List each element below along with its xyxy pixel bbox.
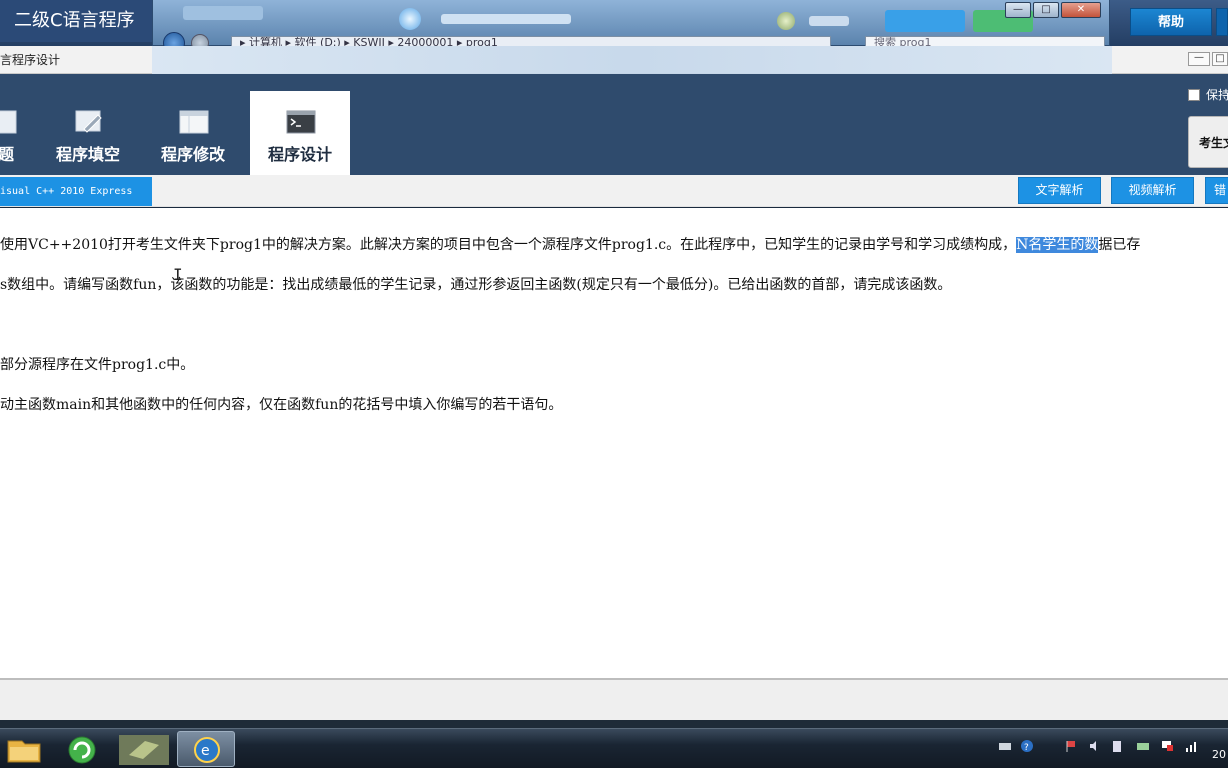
network-icon[interactable]	[1136, 739, 1150, 753]
taskbar-app-button[interactable]	[115, 731, 173, 767]
tab-modify-label: 程序修改	[160, 145, 225, 164]
overlay-globe-icon	[399, 8, 421, 30]
toolbar-strip: isual C++ 2010 Express 文字解析 视频解析 错	[0, 175, 1228, 207]
svg-text:?: ?	[1024, 743, 1029, 753]
folder-icon	[7, 740, 41, 763]
taskbar-ie-button[interactable]: e	[177, 731, 235, 767]
keyboard-icon[interactable]	[998, 739, 1012, 753]
action-center-icon[interactable]	[1160, 739, 1174, 753]
exam-folder-button[interactable]: 考生文	[1188, 116, 1228, 168]
system-clock: 20	[1212, 748, 1226, 761]
question-paragraph-3: 部分源程序在文件prog1.c中。	[0, 357, 195, 373]
ie-icon: e	[194, 737, 220, 763]
svg-text:e: e	[201, 743, 210, 759]
terminal-icon	[286, 110, 316, 134]
window-icon	[179, 110, 209, 134]
caption-overlay-blur	[152, 46, 1112, 74]
search-input[interactable]: 搜索 prog1	[865, 36, 1105, 46]
tab-fill-blank-label: 程序填空	[55, 145, 120, 164]
taskbar-explorer-button[interactable]	[0, 731, 58, 767]
tab-modify[interactable]: 程序修改	[143, 91, 243, 175]
edit-icon	[75, 110, 102, 133]
question-content: 使用VC++2010打开考生文件夹下prog1中的解决方案。此解决方案的项目中包…	[0, 208, 1228, 678]
volume-icon[interactable]	[1088, 739, 1102, 753]
tab-design[interactable]: 程序设计	[250, 91, 350, 175]
content-footer	[0, 678, 1228, 720]
overlay-blur-btn-1	[885, 10, 965, 32]
back-arrow-icon[interactable]	[163, 32, 185, 46]
overlay-blur-3	[809, 16, 849, 26]
text-analysis-button[interactable]: 文字解析	[1018, 177, 1101, 204]
text-cursor-icon: I	[173, 265, 183, 284]
signal-icon[interactable]	[1184, 739, 1198, 753]
windows-taskbar: e ?	[0, 728, 1228, 768]
app-title: 二级C语言程序	[0, 0, 152, 42]
selected-text: N名学生的数	[1016, 237, 1099, 253]
overlay-blur-2	[441, 14, 571, 24]
para1-tail: 据已存	[1098, 237, 1141, 253]
address-bar[interactable]: ▸ 计算机 ▸ 软件 (D:) ▸ KSWJJ ▸ 24000001 ▸ pro…	[231, 36, 831, 46]
overlay-close-button[interactable]: ✕	[1061, 2, 1101, 18]
window-bottom-edge	[0, 720, 1228, 728]
explorer-overlay-window: ▸ 计算机 ▸ 软件 (D:) ▸ KSWJJ ▸ 24000001 ▸ pro…	[152, 0, 1110, 46]
overlay-maximize-button[interactable]: □	[1033, 2, 1059, 18]
window-minimize-button[interactable]: —	[1188, 52, 1210, 66]
forward-arrow-icon[interactable]	[191, 34, 209, 46]
titlebar-edge-button[interactable]	[1216, 8, 1228, 36]
keep-checkbox-label: 保持	[1206, 88, 1228, 102]
tab-fill-blank[interactable]: 程序填空	[38, 91, 138, 175]
window-caption-bar: 言程序设计 — □	[0, 46, 1228, 74]
flag-icon[interactable]	[1064, 739, 1078, 753]
refresh-icon	[68, 736, 96, 764]
question-paragraph-2: s数组中。请编写函数fun，该函数的功能是：找出成绩最低的学生记录，通过形参返回…	[0, 277, 952, 293]
question-paragraph-1: 使用VC++2010打开考生文件夹下prog1中的解决方案。此解决方案的项目中包…	[0, 234, 1140, 254]
open-visual-cpp-button[interactable]: isual C++ 2010 Express	[0, 177, 152, 206]
question-paragraph-4: 动主函数main和其他函数中的任何内容，仅在函数fun的花括号中填入你编写的若干…	[0, 397, 563, 413]
exam-title-bar: 二级C语言程序 ▸ 计算机 ▸ 软件 (D:) ▸ KSWJJ ▸ 240000…	[0, 0, 1228, 46]
error-button[interactable]: 错	[1205, 177, 1228, 204]
overlay-user-icon	[777, 12, 795, 30]
help-button[interactable]: 帮助	[1130, 8, 1212, 36]
video-analysis-button[interactable]: 视频解析	[1111, 177, 1194, 204]
help-icon[interactable]: ?	[1020, 739, 1034, 753]
app-icon	[119, 735, 169, 765]
window-caption-title: 言程序设计	[0, 53, 61, 67]
keep-checkbox[interactable]	[1188, 89, 1200, 101]
question-icon	[0, 110, 17, 134]
tab-design-label: 程序设计	[267, 145, 332, 164]
taskbar-security-button[interactable]	[57, 731, 115, 767]
battery-icon[interactable]	[1110, 739, 1124, 753]
overlay-minimize-button[interactable]: —	[1005, 2, 1031, 18]
overlay-blur-1	[183, 6, 263, 20]
para1-text: 使用VC++2010打开考生文件夹下prog1中的解决方案。此解决方案的项目中包…	[0, 237, 1017, 253]
window-maximize-button[interactable]: □	[1212, 52, 1228, 66]
question-type-ribbon: 题 程序填空 程序修改 程序设计 保持 考生文	[0, 74, 1228, 175]
